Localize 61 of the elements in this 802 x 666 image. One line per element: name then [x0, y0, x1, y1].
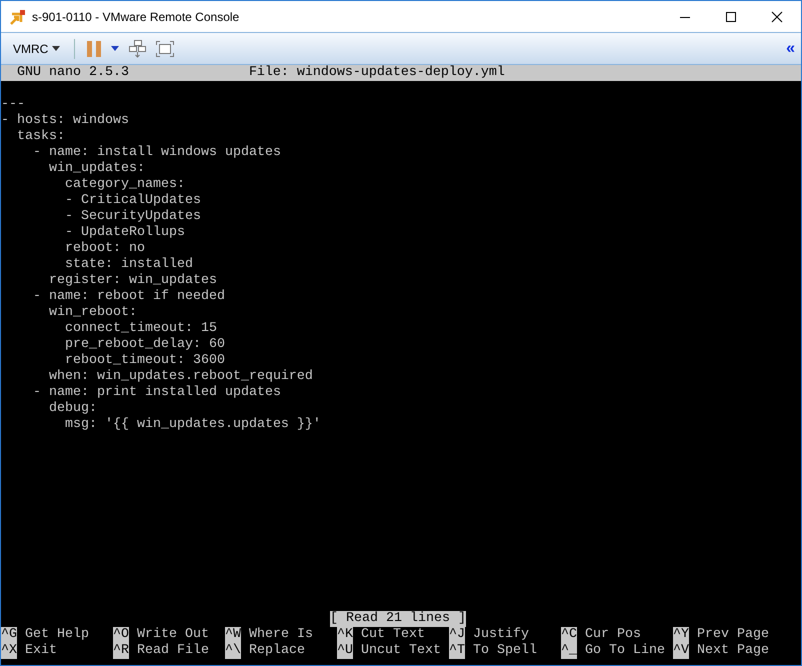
- caret-icon: [52, 46, 60, 51]
- vmrc-menu-button[interactable]: VMRC: [11, 42, 62, 56]
- network-icon[interactable]: [129, 40, 146, 58]
- shortcut-key: ^C: [561, 627, 577, 643]
- shortcut-key: ^O: [113, 627, 129, 643]
- shortcut-label: Write Out: [136, 627, 209, 643]
- shortcut-key: ^J: [449, 627, 465, 643]
- code-line: - SecurityUpdates: [64, 209, 201, 224]
- shortcut-key: ^V: [673, 643, 689, 659]
- code-line: state: installed: [64, 257, 193, 272]
- shortcut-label: Get Help: [24, 627, 89, 643]
- shortcut-key: ^Y: [673, 627, 689, 643]
- code-line: ---: [1, 97, 25, 112]
- shortcut-key: ^\: [225, 643, 241, 659]
- shortcut-key: ^G: [1, 627, 17, 643]
- shortcut-label: Cut Text: [360, 627, 425, 643]
- code-line: tasks:: [16, 129, 65, 144]
- code-line: - name: install windows updates: [32, 145, 281, 160]
- collapse-button[interactable]: «: [786, 40, 795, 58]
- code-line: category_names:: [64, 177, 185, 192]
- shortcut-key: ^X: [1, 643, 17, 659]
- close-icon[interactable]: [771, 10, 783, 22]
- caret-icon[interactable]: [111, 46, 120, 51]
- code-line: win_reboot:: [48, 305, 137, 320]
- shortcut-key: ^U: [337, 643, 353, 659]
- shortcut-label: Prev Page: [696, 627, 769, 643]
- shortcut-key: ^R: [113, 643, 129, 659]
- maximize-icon[interactable]: [725, 10, 737, 22]
- code-line: - name: print installed updates: [32, 385, 281, 400]
- status-message: [ Read 21 lines ]: [330, 611, 466, 627]
- shortcut-label: Justify: [472, 627, 529, 643]
- shortcut-label: Exit: [24, 643, 57, 659]
- shortcut-label: Uncut Text: [360, 643, 441, 659]
- file-name: File: windows-updates-deploy.yml: [248, 65, 505, 81]
- code-line: register: win_updates: [48, 273, 217, 288]
- shortcut-label: Read File: [136, 643, 209, 659]
- code-line: reboot: no: [64, 241, 145, 256]
- code-line: - hosts: windows: [1, 113, 129, 128]
- shortcut-label: Cur Pos: [584, 627, 641, 643]
- code-line: - UpdateRollups: [64, 225, 185, 240]
- shortcut-key: ^T: [449, 643, 465, 659]
- shortcut-label: Next Page: [696, 643, 769, 659]
- window-title: s-901-0110 - VMware Remote Console: [32, 10, 240, 24]
- app-icon: [9, 8, 27, 26]
- nano-version: GNU nano 2.5.3: [16, 65, 129, 81]
- code-line: when: win_updates.reboot_required: [48, 369, 313, 384]
- code-line: win_updates:: [48, 161, 145, 176]
- code-line: - name: reboot if needed: [32, 289, 225, 304]
- shortcut-label: Go To Line: [584, 643, 665, 659]
- code-line: debug:: [48, 401, 97, 416]
- code-line: - CriticalUpdates: [64, 193, 201, 208]
- shortcut-key: ^W: [225, 627, 241, 643]
- code-line: msg: '{{ win_updates.updates }}': [64, 417, 321, 432]
- shortcut-label: Replace: [248, 643, 305, 659]
- shortcut-label: To Spell: [472, 643, 537, 659]
- shortcut-key: ^_: [561, 643, 577, 659]
- code-line: pre_reboot_delay: 60: [64, 337, 225, 352]
- code-line: connect_timeout: 15: [64, 321, 217, 336]
- shortcut-key: ^K: [337, 627, 353, 643]
- shortcut-label: Where Is: [248, 627, 313, 643]
- code-line: reboot_timeout: 3600: [64, 353, 225, 368]
